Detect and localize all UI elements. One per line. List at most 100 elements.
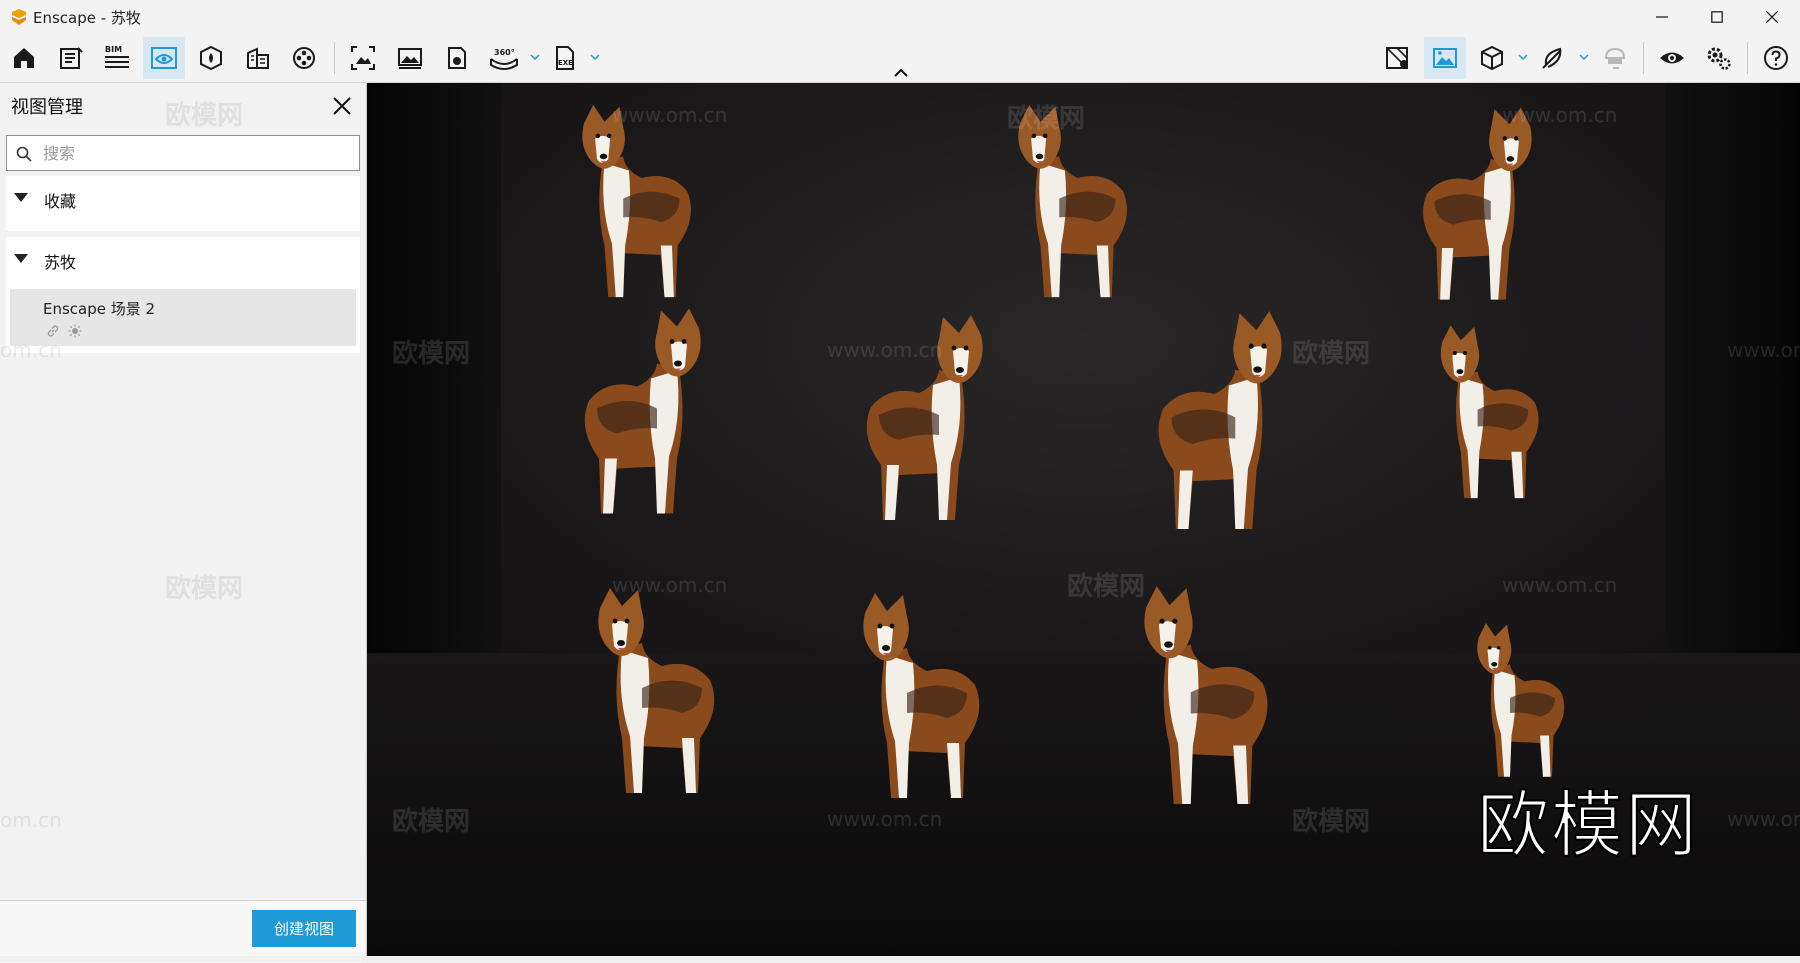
watermark-text: 欧模网 — [165, 101, 244, 131]
watermark-text: 欧模网 — [1007, 104, 1086, 134]
cube-dropdown[interactable] — [1516, 49, 1530, 65]
collapse-toolbar-button[interactable] — [891, 64, 911, 80]
title-bar: Enscape - 苏牧 — [0, 0, 1800, 34]
view-management-button[interactable] — [143, 37, 185, 79]
close-panel-button[interactable] — [330, 94, 354, 118]
watermark-url: www.om.cn — [1502, 103, 1618, 127]
favorites-group-header[interactable]: 收藏 — [6, 176, 360, 222]
search-input[interactable] — [43, 136, 353, 170]
window-title: Enscape - 苏牧 — [33, 9, 141, 27]
feather-button[interactable] — [1532, 37, 1574, 79]
maximize-icon — [1711, 11, 1723, 23]
watermark-text: 欧模网 — [1292, 807, 1371, 837]
exe-export-icon: EXE — [556, 46, 574, 70]
panel-footer: 创建视图 — [0, 900, 366, 963]
collie-dog-figure — [582, 578, 742, 818]
asset-library-icon — [200, 45, 222, 71]
chevron-down-icon — [1518, 53, 1528, 60]
create-view-button[interactable]: 创建视图 — [252, 910, 356, 947]
panorama-button[interactable] — [436, 37, 478, 79]
vr-headset-icon — [1604, 47, 1626, 69]
image-view-button[interactable] — [1424, 37, 1466, 79]
asset-library-button[interactable] — [190, 37, 232, 79]
link-icon[interactable] — [46, 324, 60, 338]
scene-group: 苏牧 Enscape 场景 2 — [6, 237, 360, 353]
batch-render-icon — [398, 48, 422, 69]
exe-export-button[interactable]: EXE — [544, 37, 586, 79]
minimize-icon — [1656, 16, 1668, 18]
close-icon — [1766, 11, 1778, 23]
visibility-button[interactable] — [1651, 37, 1693, 79]
expand-triangle-icon — [14, 193, 28, 202]
exe-export-dropdown[interactable] — [588, 49, 602, 65]
view-item[interactable]: Enscape 场景 2 — [10, 289, 356, 346]
home-icon — [14, 48, 34, 68]
watermark-url: www.om.cn — [827, 807, 943, 831]
cube-icon — [1481, 45, 1503, 71]
chevron-down-icon — [1579, 53, 1589, 60]
help-icon — [1764, 46, 1788, 70]
panel-title: 视图管理 — [11, 97, 83, 118]
toolbar-divider — [1643, 42, 1644, 74]
360-export-dropdown[interactable] — [528, 49, 542, 65]
maximize-button[interactable] — [1690, 0, 1744, 34]
sun-icon[interactable] — [68, 324, 82, 338]
image-view-icon — [1433, 48, 1457, 68]
help-button[interactable] — [1755, 37, 1797, 79]
render-viewport[interactable]: www.om.cn 欧模网 www.om.cn 欧模网 www.om.cn 欧模… — [367, 83, 1800, 956]
scene-group-header[interactable]: 苏牧 — [6, 237, 360, 283]
watermark-text: 欧模网 — [392, 807, 471, 837]
chevron-down-icon — [590, 53, 600, 60]
corner-watermark: 欧模网 — [1476, 782, 1700, 868]
screenshot-icon — [351, 46, 375, 70]
map-icon — [1386, 47, 1408, 69]
watermark-url: www.om.cn — [1502, 573, 1618, 597]
watermark-url: www.om.cn — [827, 338, 943, 362]
svg-text:360°: 360° — [494, 48, 515, 57]
window-bottom-edge — [0, 956, 1800, 962]
collie-dog-figure — [1127, 583, 1297, 823]
collie-dog-figure — [1129, 308, 1299, 548]
watermark-text: 欧模网 — [1067, 572, 1146, 602]
toolbar-divider — [1747, 42, 1748, 74]
minimize-button[interactable] — [1635, 0, 1689, 34]
bim-button[interactable]: BIM — [96, 37, 138, 79]
notes-button[interactable] — [50, 37, 92, 79]
panorama-icon — [448, 47, 466, 69]
toolbar-divider — [334, 42, 335, 74]
video-editor-button[interactable] — [283, 37, 325, 79]
cube-button[interactable] — [1471, 37, 1513, 79]
search-box — [6, 135, 360, 171]
building-icon — [247, 47, 269, 69]
view-management-icon — [151, 47, 177, 69]
watermark-text: 欧模网 — [392, 339, 471, 369]
building-button[interactable] — [237, 37, 279, 79]
notes-icon — [60, 47, 83, 69]
screenshot-button[interactable] — [342, 37, 384, 79]
map-button[interactable] — [1377, 37, 1419, 79]
360-export-button[interactable]: 360° — [483, 37, 525, 79]
feather-dropdown[interactable] — [1577, 49, 1591, 65]
close-window-button[interactable] — [1745, 0, 1799, 34]
vr-headset-button[interactable] — [1594, 37, 1636, 79]
view-management-panel: 视图管理 欧模网 收藏 苏牧 Enscape 场景 2 om.cn 欧模网 om… — [0, 83, 367, 963]
close-icon — [333, 97, 351, 115]
group-label: 收藏 — [44, 192, 77, 211]
video-editor-icon — [293, 47, 315, 69]
collie-dog-figure — [847, 583, 1007, 823]
settings-button[interactable] — [1698, 37, 1740, 79]
batch-render-button[interactable] — [389, 37, 431, 79]
backdrop-right-shadow — [1665, 83, 1800, 653]
chevron-down-icon — [530, 53, 540, 60]
chevron-up-icon — [894, 68, 908, 77]
watermark-url: www.om.cn — [612, 103, 728, 127]
favorites-group: 收藏 — [6, 176, 360, 231]
feather-icon — [1542, 47, 1562, 69]
watermark-url: om.cn — [0, 808, 62, 832]
bim-icon: BIM — [105, 45, 129, 68]
expand-triangle-icon — [14, 254, 28, 263]
watermark-text: 欧模网 — [1292, 339, 1371, 369]
svg-text:BIM: BIM — [105, 45, 122, 54]
collie-dog-figure — [557, 296, 717, 541]
home-button[interactable] — [3, 37, 45, 79]
